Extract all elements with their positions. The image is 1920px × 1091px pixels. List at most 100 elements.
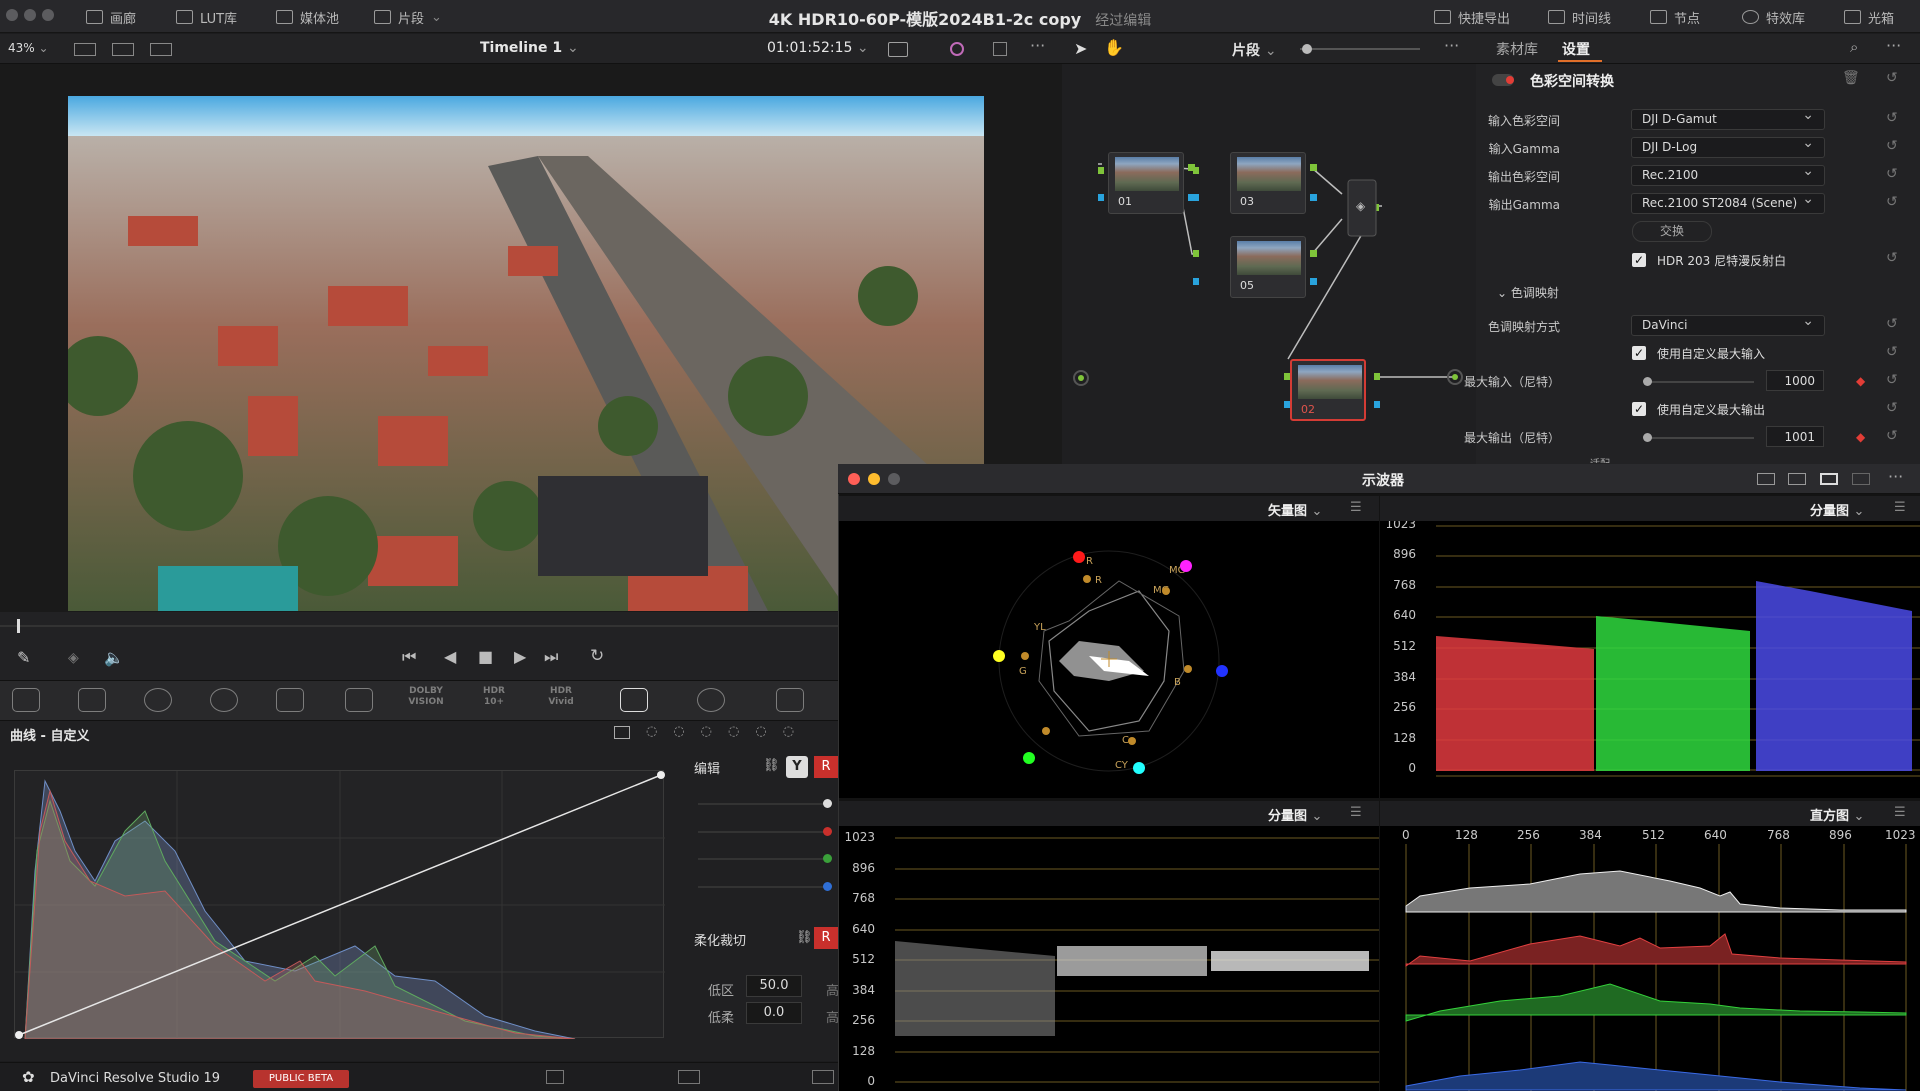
stop-icon[interactable]: ■ — [478, 647, 493, 666]
y-channel-button[interactable]: Y — [786, 756, 808, 778]
r-intensity-slider[interactable] — [698, 831, 826, 833]
search-icon[interactable]: ⌕ — [1850, 38, 1858, 56]
max-output-slider[interactable] — [1644, 437, 1754, 439]
qualifier-icon[interactable] — [697, 688, 725, 712]
camera-raw-icon[interactable] — [12, 688, 40, 712]
parade-select[interactable]: 分量图 ⌄ — [1810, 500, 1864, 519]
low-soft-input[interactable]: 0.0 — [746, 1002, 802, 1024]
playhead[interactable] — [17, 619, 20, 633]
layout-grid-icon[interactable] — [1852, 473, 1870, 485]
lut-button[interactable]: LUT库 — [176, 7, 237, 27]
window-mask-icon[interactable] — [776, 688, 804, 712]
timeline-button[interactable]: 时间线 — [1548, 7, 1611, 27]
tab-settings[interactable]: 设置 — [1562, 39, 1590, 59]
hand-icon[interactable]: ✋ — [1104, 38, 1124, 57]
soft-clip-r-button[interactable]: R — [814, 927, 838, 949]
reset-icon[interactable]: ↺ — [1886, 110, 1898, 126]
play-icon[interactable]: ▶ — [514, 647, 526, 666]
scopes-more-icon[interactable]: ··· — [1888, 467, 1903, 486]
y-slider-handle[interactable] — [823, 799, 832, 808]
split-viewer-icon[interactable] — [112, 43, 134, 56]
wipe-icon[interactable] — [150, 43, 172, 56]
reset-icon[interactable]: ↺ — [1886, 428, 1898, 444]
dolby-vision-button[interactable]: DOLBY VISION — [406, 686, 446, 708]
tab-media-library[interactable]: 素材库 — [1496, 39, 1538, 59]
loop-icon[interactable]: ↻ — [590, 646, 604, 666]
layout-4up-icon[interactable] — [1820, 473, 1838, 485]
custom-max-output-checkbox[interactable]: ✓ — [1632, 402, 1646, 416]
color-wheels-icon[interactable] — [144, 688, 172, 712]
max-output-handle[interactable] — [1643, 433, 1652, 442]
window-minimize[interactable] — [24, 9, 36, 21]
custom-max-input-checkbox[interactable]: ✓ — [1632, 346, 1646, 360]
keyframe-icon[interactable]: ◆ — [1856, 430, 1865, 444]
histogram-select[interactable]: 直方图 ⌄ — [1810, 805, 1864, 824]
single-viewer-icon[interactable] — [74, 43, 96, 56]
tone-method-dropdown[interactable]: DaVinci — [1631, 313, 1825, 336]
luma-parade-select[interactable]: 分量图 ⌄ — [1268, 805, 1322, 824]
reset-icon[interactable]: ↺ — [1886, 316, 1898, 332]
y-intensity-slider[interactable] — [698, 803, 826, 805]
g-slider-handle[interactable] — [823, 854, 832, 863]
layout-2up-icon[interactable] — [1788, 473, 1806, 485]
max-input-slider[interactable] — [1644, 381, 1754, 383]
input-gamma-dropdown[interactable]: DJI D-Log — [1631, 135, 1825, 158]
curve-graph[interactable] — [14, 770, 665, 1040]
timecode-select[interactable]: 01:01:52:15 ⌄ — [767, 40, 869, 56]
scopes-close-button[interactable] — [848, 473, 860, 485]
scrubber-track[interactable] — [0, 625, 838, 627]
quick-export-button[interactable]: 快捷导出 — [1434, 7, 1510, 27]
low-input[interactable]: 50.0 — [746, 975, 802, 997]
play-reverse-icon[interactable]: ◀ — [444, 647, 456, 666]
tone-mapping-section[interactable]: ⌄ 色调映射 — [1497, 284, 1559, 301]
reset-icon[interactable]: ↺ — [1886, 70, 1898, 86]
reset-icon[interactable]: ↺ — [1886, 344, 1898, 360]
more-options-icon[interactable]: ··· — [1030, 36, 1045, 55]
curve-mode-icons[interactable]: ◌◌◌◌◌◌ — [646, 724, 810, 739]
timeline-select[interactable]: Timeline 1 ⌄ — [480, 40, 579, 56]
pointer-icon[interactable]: ➤ — [1074, 39, 1087, 58]
reset-icon[interactable]: ↺ — [1886, 166, 1898, 182]
cut-page-icon[interactable] — [678, 1070, 700, 1084]
r-channel-button[interactable]: R — [814, 756, 838, 778]
inspector-more-icon[interactable]: ··· — [1886, 36, 1901, 55]
node-03[interactable]: 03 — [1230, 152, 1306, 214]
max-input-handle[interactable] — [1643, 377, 1652, 386]
nodes-button[interactable]: 节点 — [1650, 7, 1700, 27]
r-slider-handle[interactable] — [823, 827, 832, 836]
lightbox-button[interactable]: 光箱 — [1844, 7, 1894, 27]
motion-effects-icon[interactable] — [345, 688, 373, 712]
window-close[interactable] — [6, 9, 18, 21]
clips-button[interactable]: 片段 ⌄ — [374, 7, 442, 27]
swap-button[interactable]: 交换 — [1632, 221, 1712, 242]
rgb-mixer-icon[interactable] — [276, 688, 304, 712]
media-page-icon[interactable] — [546, 1070, 564, 1084]
reset-icon[interactable]: ↺ — [1886, 194, 1898, 210]
output-colorspace-dropdown[interactable]: Rec.2100 — [1631, 163, 1825, 186]
color-match-icon[interactable] — [78, 688, 106, 712]
soft-clip-link-icon[interactable]: ⛓ — [796, 930, 813, 945]
zoom-select[interactable]: 43% ⌄ — [8, 41, 49, 55]
max-input-field[interactable]: 1000 — [1766, 370, 1824, 391]
input-colorspace-dropdown[interactable]: DJI D-Gamut — [1631, 107, 1825, 130]
layout-1up-icon[interactable] — [1757, 473, 1775, 485]
highlight-icon[interactable] — [950, 42, 964, 56]
window-zoom[interactable] — [42, 9, 54, 21]
color-settings-icon[interactable] — [888, 42, 908, 57]
g-intensity-slider[interactable] — [698, 858, 826, 860]
reset-icon[interactable]: ↺ — [1886, 250, 1898, 266]
eyedropper-icon[interactable]: ✎ — [17, 648, 30, 667]
scopes-minimize-button[interactable] — [868, 473, 880, 485]
gallery-button[interactable]: 画廊 — [86, 7, 136, 27]
node-01[interactable]: 01 — [1108, 152, 1184, 214]
node-zoom-handle[interactable] — [1302, 44, 1312, 54]
fullscreen-icon[interactable] — [993, 42, 1007, 56]
node-05[interactable]: 05 — [1230, 236, 1306, 298]
node-more-icon[interactable]: ··· — [1444, 36, 1459, 55]
reset-icon[interactable]: ↺ — [1886, 400, 1898, 416]
effects-button[interactable]: 特效库 — [1742, 7, 1805, 27]
hdr-vivid-button[interactable]: HDR Vivid — [541, 686, 581, 708]
reset-icon[interactable]: ↺ — [1886, 372, 1898, 388]
layers-icon[interactable]: ◈ — [68, 650, 79, 666]
edit-page-icon[interactable] — [812, 1070, 834, 1084]
